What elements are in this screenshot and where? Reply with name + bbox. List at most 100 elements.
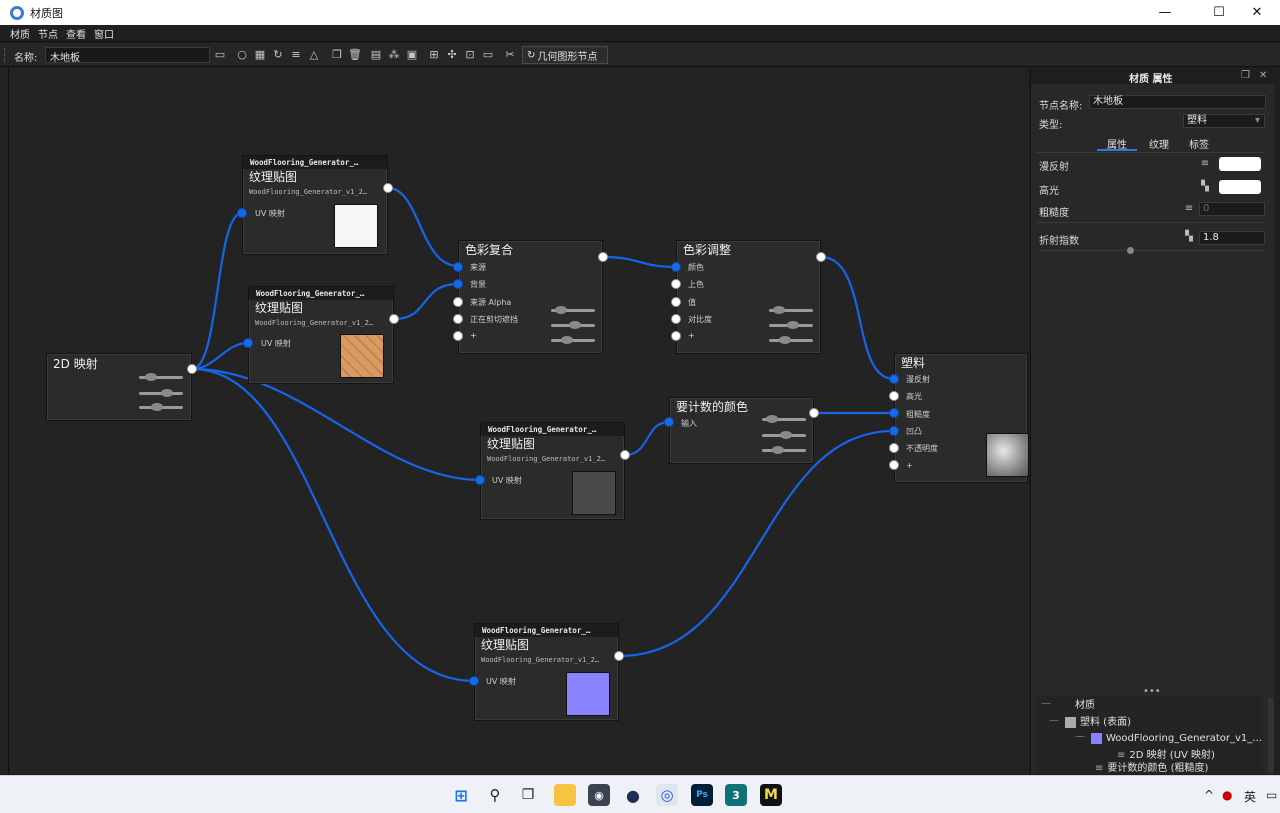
port-tex3-uv[interactable]: [475, 475, 485, 485]
tree-item[interactable]: 材质: [1075, 698, 1095, 714]
grid-icon[interactable]: ▦: [253, 48, 267, 62]
nodes-icon[interactable]: ▣: [405, 48, 419, 62]
sphere-icon[interactable]: ○: [235, 48, 249, 62]
tree-item[interactable]: ≡ 要计数的颜色 (粗糙度): [1095, 764, 1208, 774]
node-color-composite[interactable]: 色彩复合 来源 背景 来源 Alpha 正在剪切遮挡 +: [458, 240, 603, 354]
port-tex1-uv[interactable]: [237, 208, 247, 218]
copy-icon[interactable]: ❐: [330, 48, 344, 62]
node-sliders[interactable]: [769, 305, 813, 345]
port-plastic-add[interactable]: [889, 460, 899, 470]
port-comp-add[interactable]: [453, 331, 463, 341]
ior-slider-knob[interactable]: [1127, 247, 1134, 254]
geometry-node-button[interactable]: ↻ 几何图形节点: [522, 46, 608, 64]
port-plastic-roughness[interactable]: [889, 408, 899, 418]
ior-field[interactable]: 1.8: [1199, 231, 1265, 245]
menu-window[interactable]: 窗口: [94, 26, 114, 41]
scissors-icon[interactable]: ✂: [503, 48, 517, 62]
node-texture-1[interactable]: WoodFlooring_Generator_… 纹理贴图 WoodFloori…: [242, 155, 388, 255]
menu-view[interactable]: 查看: [66, 26, 86, 41]
photoshop-icon[interactable]: Ps: [691, 784, 713, 806]
node-sliders[interactable]: [139, 370, 183, 411]
node-sliders[interactable]: [551, 305, 595, 345]
port-adjust-out[interactable]: [816, 252, 826, 262]
sliders-icon[interactable]: ≡: [1199, 158, 1211, 170]
port-tex4-out[interactable]: [614, 651, 624, 661]
materials-app-icon[interactable]: ◎: [656, 784, 678, 806]
refresh-icon[interactable]: ↻: [271, 48, 285, 62]
port-calc-input[interactable]: [664, 417, 674, 427]
type-select[interactable]: 塑料 ▾: [1183, 114, 1265, 128]
node-plastic[interactable]: 塑料 漫反射 高光 粗糙度 凹凸 不透明度 +: [894, 353, 1029, 483]
windows-start-icon[interactable]: ⊞: [450, 784, 472, 806]
port-tex1-out[interactable]: [383, 183, 393, 193]
fit-icon[interactable]: ⊡: [463, 48, 477, 62]
maya-icon[interactable]: M: [760, 784, 782, 806]
minimize-button[interactable]: —: [1142, 0, 1188, 25]
qq-icon[interactable]: ●: [1222, 788, 1232, 802]
toolbar-grip[interactable]: [4, 48, 7, 62]
checker-icon[interactable]: ▚: [1199, 181, 1211, 193]
port-adjust-value[interactable]: [671, 297, 681, 307]
checker-icon[interactable]: ▚: [1183, 231, 1195, 243]
search-icon[interactable]: ⚲: [484, 784, 506, 806]
layout-icon[interactable]: ▤: [369, 48, 383, 62]
image-icon[interactable]: ▭: [481, 48, 495, 62]
port-adjust-tint[interactable]: [671, 279, 681, 289]
tab-texture[interactable]: 纹理: [1149, 136, 1169, 151]
port-tex3-out[interactable]: [620, 450, 630, 460]
tab-tags[interactable]: 标签: [1189, 136, 1209, 151]
node-sliders[interactable]: [762, 413, 806, 454]
node-texture-4[interactable]: WoodFlooring_Generator_… 纹理贴图 WoodFloori…: [474, 623, 619, 721]
tree-item[interactable]: 塑料 (表面): [1065, 715, 1131, 731]
sliders-icon[interactable]: ≡: [289, 48, 303, 62]
menu-node[interactable]: 节点: [38, 26, 58, 41]
port-map-out[interactable]: [187, 364, 197, 374]
undock-icon[interactable]: ❐: [1241, 70, 1250, 81]
node-texture-3[interactable]: WoodFlooring_Generator_… 纹理贴图 WoodFloori…: [480, 422, 625, 520]
group-icon[interactable]: ⁂: [387, 48, 401, 62]
sliders-icon[interactable]: ≡: [1183, 203, 1195, 215]
file-explorer-icon[interactable]: [554, 784, 576, 806]
task-view-icon[interactable]: ❐: [517, 784, 539, 806]
port-calc-out[interactable]: [809, 408, 819, 418]
lock-icon[interactable]: △: [307, 48, 321, 62]
port-tex2-uv[interactable]: [243, 338, 253, 348]
delete-icon[interactable]: 🗑: [348, 48, 362, 62]
diffuse-color-swatch[interactable]: [1219, 157, 1261, 171]
port-comp-background[interactable]: [453, 279, 463, 289]
port-plastic-diffuse[interactable]: [889, 374, 899, 384]
port-comp-out[interactable]: [598, 252, 608, 262]
ior-slider-track[interactable]: [1039, 250, 1265, 251]
port-plastic-specular[interactable]: [889, 391, 899, 401]
tray-chevron-icon[interactable]: ^: [1204, 788, 1214, 802]
ime-indicator[interactable]: 英: [1244, 788, 1256, 805]
material-name-input[interactable]: 木地板: [45, 47, 210, 64]
port-adjust-add[interactable]: [671, 331, 681, 341]
save-icon[interactable]: ▭: [213, 48, 227, 62]
tree-item[interactable]: ≡ 2D 映射 (UV 映射): [1117, 748, 1215, 764]
panel-close-icon[interactable]: ✕: [1259, 70, 1267, 81]
menu-material[interactable]: 材质: [10, 26, 30, 41]
node-texture-2[interactable]: WoodFlooring_Generator_… 纹理贴图 WoodFloori…: [248, 286, 394, 384]
port-comp-clip[interactable]: [453, 314, 463, 324]
port-comp-source[interactable]: [453, 262, 463, 272]
roughness-field[interactable]: 0: [1199, 202, 1265, 216]
port-plastic-opacity[interactable]: [889, 443, 899, 453]
node-calc-color[interactable]: 要计数的颜色 输入: [669, 397, 814, 464]
cinema4d-icon[interactable]: ●: [622, 784, 644, 806]
port-plastic-bump[interactable]: [889, 426, 899, 436]
specular-color-swatch[interactable]: [1219, 180, 1261, 194]
port-tex4-uv[interactable]: [469, 676, 479, 686]
port-adjust-contrast[interactable]: [671, 314, 681, 324]
node-2d-mapping[interactable]: 2D 映射: [46, 353, 192, 421]
disk-app-icon[interactable]: ◉: [588, 784, 610, 806]
close-button[interactable]: ✕: [1234, 0, 1280, 25]
node-name-field[interactable]: 木地板: [1089, 95, 1266, 109]
tree-item[interactable]: WoodFlooring_Generator_v1_…: [1091, 731, 1262, 747]
port-adjust-color[interactable]: [671, 262, 681, 272]
frame-icon[interactable]: ✣: [445, 48, 459, 62]
node-color-adjust[interactable]: 色彩调整 颜色 上色 值 对比度 +: [676, 240, 821, 354]
align-icon[interactable]: ⊞: [427, 48, 441, 62]
port-comp-alpha[interactable]: [453, 297, 463, 307]
port-tex2-out[interactable]: [389, 314, 399, 324]
